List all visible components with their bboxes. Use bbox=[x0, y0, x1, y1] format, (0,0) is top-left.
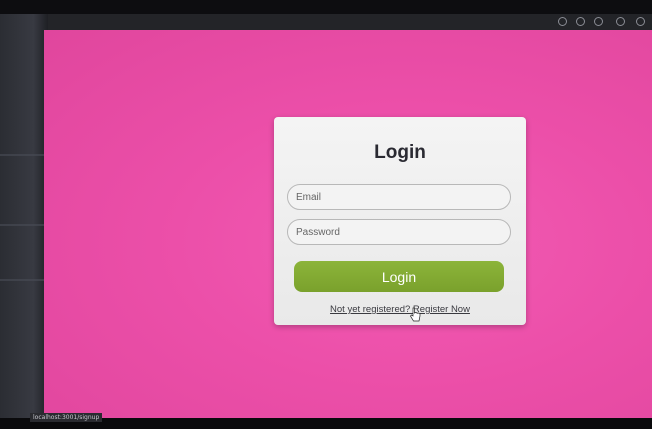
settings-icon[interactable] bbox=[594, 17, 603, 26]
hand-cursor-icon bbox=[410, 307, 421, 322]
left-dark-panel bbox=[0, 14, 48, 420]
extension-icon[interactable] bbox=[558, 17, 567, 26]
password-input[interactable] bbox=[287, 219, 511, 245]
email-input[interactable] bbox=[287, 184, 511, 210]
login-button[interactable]: Login bbox=[294, 261, 504, 292]
register-link[interactable]: Not yet registered? Register Now bbox=[274, 304, 526, 315]
login-title: Login bbox=[374, 142, 426, 163]
profile-icon[interactable] bbox=[616, 17, 625, 26]
status-url: localhost:3001/signup bbox=[30, 413, 103, 422]
extension-icon[interactable] bbox=[576, 17, 585, 26]
window-icon[interactable] bbox=[636, 17, 645, 26]
login-card: Login Login Not yet registered? Register… bbox=[274, 117, 526, 325]
browser-toolbar bbox=[48, 14, 652, 30]
